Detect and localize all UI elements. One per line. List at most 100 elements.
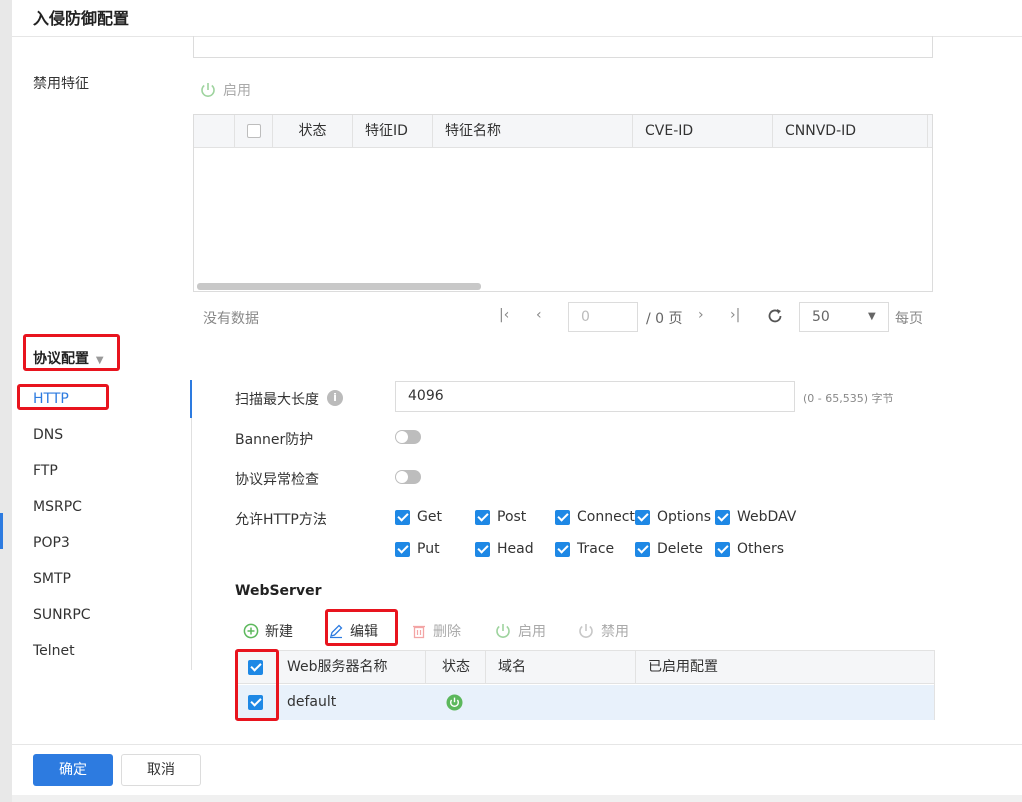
- protocol-check-label: 协议异常检查: [235, 472, 319, 488]
- method-connect-checkbox[interactable]: [555, 510, 570, 525]
- first-page-icon[interactable]: |‹: [499, 307, 509, 323]
- method-webdav-checkbox[interactable]: [715, 510, 730, 525]
- delete-button[interactable]: 删除: [411, 621, 461, 641]
- banner-protect-label: Banner防护: [235, 432, 314, 448]
- method-others-checkbox[interactable]: [715, 542, 730, 557]
- page-size-select[interactable]: 50 ▼: [799, 302, 889, 332]
- info-icon[interactable]: i: [327, 390, 343, 406]
- method-put-checkbox[interactable]: [395, 542, 410, 557]
- select-all-checkbox[interactable]: [246, 124, 261, 138]
- power-off-icon: [579, 624, 593, 638]
- table-row[interactable]: default: [236, 685, 934, 720]
- col-feature-id[interactable]: 特征ID: [352, 115, 432, 148]
- method-get-checkbox[interactable]: [395, 510, 410, 525]
- sidebar-item-ftp[interactable]: FTP: [33, 463, 58, 479]
- page-total-text: / 0 页: [646, 311, 683, 327]
- method-trace-label: Trace: [577, 541, 615, 557]
- status-enabled-icon: [446, 694, 463, 711]
- col-edge: [927, 115, 932, 148]
- dialog-title: 入侵防御配置: [33, 9, 130, 28]
- webserver-table: Web服务器名称 状态 域名 已启用配置 default: [235, 650, 935, 720]
- no-data-text: 没有数据: [203, 311, 259, 327]
- ok-button[interactable]: 确定: [33, 754, 113, 786]
- disabled-features-table: 状态 特征ID 特征名称 CVE-ID CNNVD-ID: [193, 114, 933, 292]
- sidebar-item-msrpc[interactable]: MSRPC: [33, 499, 82, 515]
- delete-button-label: 删除: [433, 624, 461, 640]
- table-header: 状态 特征ID 特征名称 CVE-ID CNNVD-ID: [194, 115, 932, 148]
- protocol-check-toggle[interactable]: [395, 470, 421, 484]
- method-connect-label: Connect: [577, 509, 635, 525]
- col-cnnvd-id[interactable]: CNNVD-ID: [772, 115, 927, 148]
- power-icon: [201, 83, 215, 97]
- dialog-window: 入侵防御配置 禁用特征 启用 状态 特征ID 特征名称 CVE-ID CNNVD…: [12, 0, 1022, 795]
- disabled-features-enable-button[interactable]: 启用: [199, 80, 251, 100]
- http-methods-label: 允许HTTP方法: [235, 512, 327, 528]
- sidebar-divider: [191, 380, 192, 670]
- last-page-icon[interactable]: ›|: [730, 307, 740, 323]
- dialog-header: 入侵防御配置: [12, 0, 1022, 37]
- scan-max-length-hint: (0 - 65,535) 字节: [803, 392, 894, 405]
- horizontal-scrollbar[interactable]: [197, 283, 481, 290]
- method-head-label: Head: [497, 541, 534, 557]
- scan-max-length-label: 扫描最大长度: [235, 392, 319, 408]
- power-icon: [496, 624, 510, 638]
- sidebar-item-sunrpc[interactable]: SUNRPC: [33, 607, 91, 623]
- method-post-checkbox[interactable]: [475, 510, 490, 525]
- banner-protect-toggle[interactable]: [395, 430, 421, 444]
- highlight-protocol-config: [23, 334, 120, 371]
- webserver-table-header: Web服务器名称 状态 域名 已启用配置: [236, 651, 934, 684]
- col-webserver-name[interactable]: Web服务器名称: [279, 651, 425, 684]
- per-page-text: 每页: [895, 311, 923, 327]
- method-delete-checkbox[interactable]: [635, 542, 650, 557]
- new-button[interactable]: 新建: [243, 621, 293, 641]
- cancel-button[interactable]: 取消: [121, 754, 201, 786]
- method-options-label: Options: [657, 509, 712, 525]
- method-webdav-label: WebDAV: [737, 509, 797, 525]
- disabled-features-label: 禁用特征: [33, 76, 89, 92]
- scan-max-length-input[interactable]: 4096: [395, 381, 795, 412]
- disable-ws-button-label: 禁用: [601, 624, 629, 640]
- footer-divider: [12, 744, 1022, 745]
- sidebar-active-indicator: [190, 380, 192, 418]
- method-others-label: Others: [737, 541, 785, 557]
- next-page-icon[interactable]: ›: [698, 307, 704, 323]
- trash-icon: [413, 625, 425, 639]
- method-trace-checkbox[interactable]: [555, 542, 570, 557]
- sidebar-item-smtp[interactable]: SMTP: [33, 571, 71, 587]
- enable-ws-button[interactable]: 启用: [494, 621, 546, 641]
- sidebar-item-dns[interactable]: DNS: [33, 427, 63, 443]
- method-get-label: Get: [417, 509, 442, 525]
- enable-button-label: 启用: [223, 83, 251, 99]
- chevron-down-icon: ▼: [868, 311, 876, 322]
- select-all-cell[interactable]: [234, 115, 272, 148]
- method-put-label: Put: [417, 541, 440, 557]
- col-status[interactable]: 状态: [272, 115, 352, 148]
- enable-ws-button-label: 启用: [518, 624, 546, 640]
- prev-page-icon[interactable]: ‹: [536, 307, 542, 323]
- col-ws-status[interactable]: 状态: [425, 651, 485, 684]
- method-options-checkbox[interactable]: [635, 510, 650, 525]
- method-post-label: Post: [497, 509, 527, 525]
- left-strip-marker: [0, 513, 3, 549]
- page-number-input[interactable]: 0: [568, 302, 638, 332]
- highlight-ws-checkboxes: [235, 649, 279, 721]
- new-button-label: 新建: [265, 624, 293, 640]
- highlight-http: [17, 384, 109, 410]
- webserver-title: WebServer: [235, 583, 322, 599]
- page-size-value: 50: [812, 309, 830, 325]
- refresh-icon[interactable]: [766, 307, 784, 325]
- col-enabled-config[interactable]: 已启用配置: [635, 651, 934, 684]
- method-delete-label: Delete: [657, 541, 703, 557]
- disable-ws-button[interactable]: 禁用: [577, 621, 629, 641]
- highlight-edit-button: [325, 609, 398, 646]
- method-head-checkbox[interactable]: [475, 542, 490, 557]
- col-feature-name[interactable]: 特征名称: [432, 115, 632, 148]
- col-domain[interactable]: 域名: [485, 651, 635, 684]
- col-cve-id[interactable]: CVE-ID: [632, 115, 772, 148]
- row-webserver-name: default: [287, 694, 337, 710]
- sidebar-item-pop3[interactable]: POP3: [33, 535, 70, 551]
- window-left-strip: [0, 0, 12, 802]
- plus-circle-icon: [243, 623, 259, 639]
- previous-section-box: [193, 36, 933, 58]
- sidebar-item-telnet[interactable]: Telnet: [33, 643, 75, 659]
